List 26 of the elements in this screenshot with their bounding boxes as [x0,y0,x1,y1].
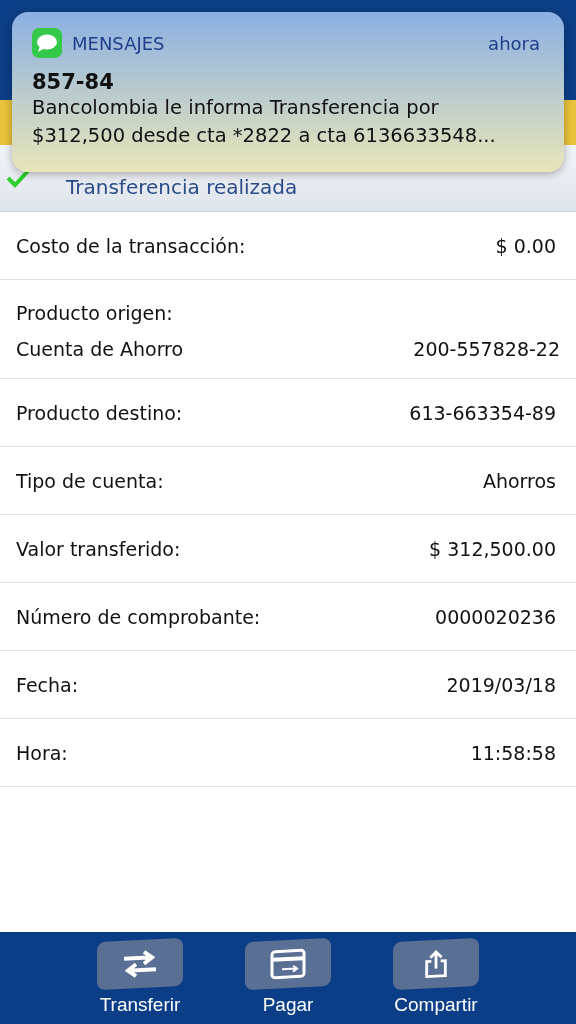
status-text: Transferencia realizada [66,175,298,199]
detail-label: Costo de la transacción: [16,234,246,257]
detail-label: Valor transferido: [16,537,181,560]
detail-sublabel: Cuenta de Ahorro [16,338,184,360]
detail-label: Tipo de cuenta: [16,469,164,492]
detail-value: $ 0.00 [495,234,556,257]
detail-value: 2019/03/18 [446,673,556,696]
notification-card[interactable]: MENSAJES ahora 857-84 Bancolombia le informa Transferencia por $312,500 desde cta *2822 a cta 6136633548... [12,12,564,172]
notification-message: Bancolombia le informa Transferencia por $312,500 desde cta *2822 a cta 6136633548... [32,95,497,149]
detail-value: 11:58:58 [470,741,556,764]
notification-time: ahora [488,32,540,54]
detail-value: 613-663354-89 [409,401,556,424]
detail-value: 0000020236 [435,605,556,628]
card-icon [270,948,306,980]
detail-label: Número de comprobante: [16,605,261,628]
app-name: MENSAJES [72,32,166,54]
detail-label: Fecha: [16,673,79,696]
detail-value: 200-557828-22 [413,338,560,360]
detail-label: Producto destino: [16,401,183,424]
detail-value: Ahorros [482,469,556,492]
detail-value: $ 312,500.00 [429,537,556,560]
message-bubble-icon [32,28,62,58]
detail-label: Hora: [16,741,68,764]
notification-sender: 857-84 [32,70,115,94]
share-icon [422,949,450,979]
detail-label: Producto origen: [16,302,174,324]
